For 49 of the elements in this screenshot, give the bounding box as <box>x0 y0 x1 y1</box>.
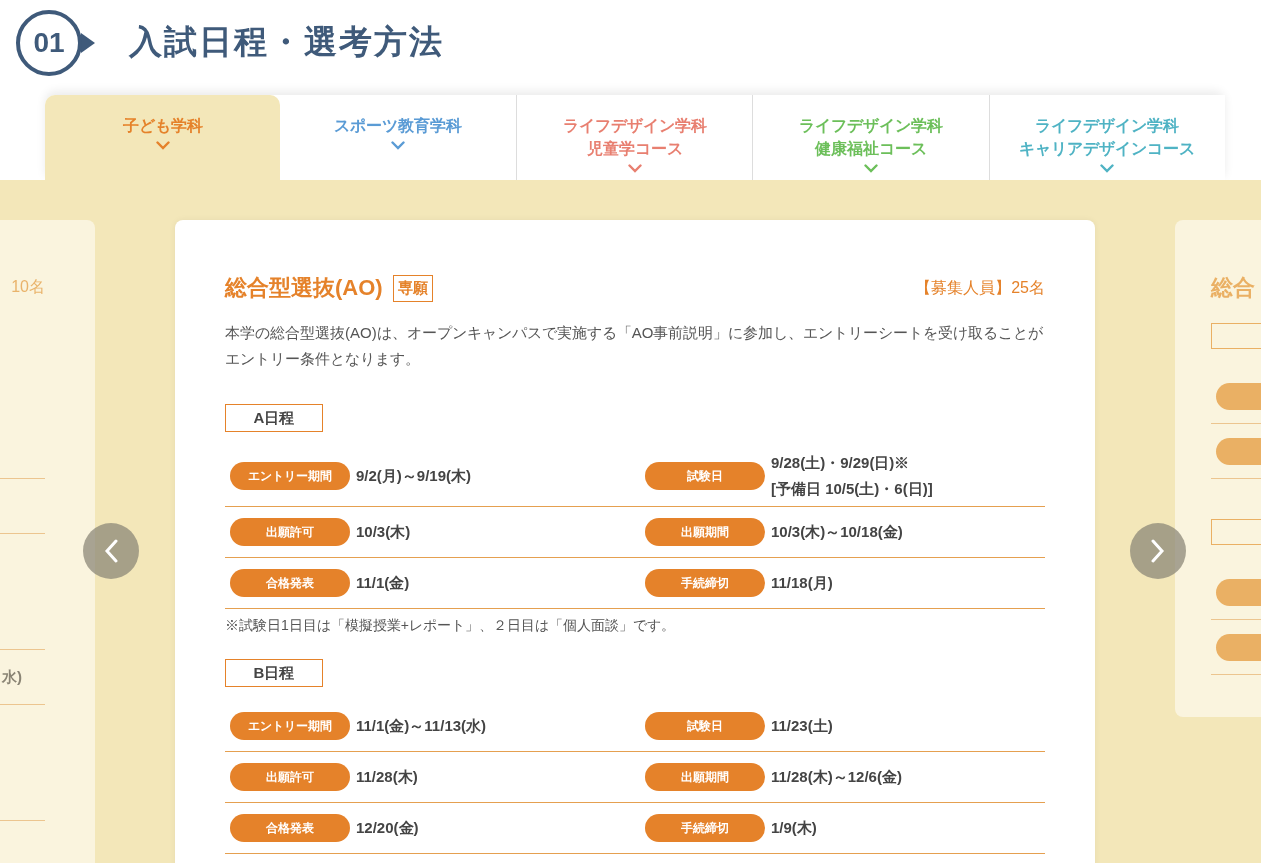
date-text: 9/2(月)～9/19(木) <box>356 466 472 486</box>
description-text: 本学の総合型選抜(AO)は、オープンキャンパスで実施する「AO事前説明」に参加し、エントリーシートを受け取ることがエントリー条件となります。 <box>225 323 1045 369</box>
date-text: 12/20(金) <box>356 818 419 838</box>
item-label-pill: 合格発表 <box>230 814 350 842</box>
chevron-left-icon <box>104 539 118 563</box>
date-text: 11/1(金) <box>356 573 410 593</box>
date-text: 水) <box>2 667 22 687</box>
schedule-label: A日程 <box>225 404 323 432</box>
section-title: 入試日程・選考方法 <box>129 22 444 62</box>
chevron-down-icon <box>863 164 878 173</box>
date-text: 10/3(木)～10/18(金) <box>771 522 903 542</box>
item-label-pill: 試験日 <box>645 712 765 740</box>
department-tab[interactable]: スポーツ教育学科 <box>280 95 516 180</box>
date-text: 1/9(木) <box>771 818 817 838</box>
item-label-pill: 手続締切 <box>645 814 765 842</box>
department-tab[interactable]: 子ども学科 <box>45 95 281 180</box>
date-text: 11/28(木)～12/6(金) <box>771 767 902 787</box>
item-label-pill: 出願許可 <box>230 518 350 546</box>
item-label-pill: 手続締切 <box>645 569 765 597</box>
item-label-pill: 出願期間 <box>645 518 765 546</box>
date-text: 11/28(木) <box>356 767 418 787</box>
quota-text: 【募集人員】25名 <box>915 277 1045 298</box>
department-tab[interactable]: ライフデザイン学科 健康福祉コース <box>752 95 989 180</box>
item-label-pill: 試験日 <box>645 462 765 490</box>
quota-text: 10名 <box>11 276 45 297</box>
date-text: 9/28(土)・9/29(日)※ [予備日 10/5(土)・6(日)] <box>771 453 933 499</box>
date-text: 10/3(木) <box>356 522 411 542</box>
item-label-pill: 出願許可 <box>230 763 350 791</box>
chevron-down-icon <box>1100 164 1115 173</box>
item-label-pill: エントリー期間 <box>230 462 350 490</box>
card-title: 総合 <box>1211 274 1256 302</box>
item-label-pill: エントリー期間 <box>230 712 350 740</box>
department-tab[interactable]: ライフデザイン学科 児童学コース <box>515 95 753 180</box>
schedule-label: B日程 <box>225 659 323 687</box>
next-button[interactable] <box>1130 523 1186 579</box>
chevron-down-icon <box>155 141 170 150</box>
date-text: 11/18(月) <box>771 573 833 593</box>
item-label-pill: 出願期間 <box>645 763 765 791</box>
chevron-right-icon <box>1151 539 1165 563</box>
note-text: ※試験日1日目は「模擬授業+レポート」、２日目は「個人面談」です。 <box>225 617 676 635</box>
date-text: 11/1(金)～11/13(水) <box>356 716 487 736</box>
exclusive-tag: 専願 <box>392 274 433 302</box>
chevron-down-icon <box>391 141 406 150</box>
card-title: 総合型選抜(AO) <box>225 274 383 302</box>
date-text: 11/23(土) <box>771 716 833 736</box>
previous-button[interactable] <box>83 523 139 579</box>
chevron-down-icon <box>627 164 642 173</box>
department-tab[interactable]: ライフデザイン学科 キャリアデザインコース <box>988 95 1226 180</box>
item-label-pill: 合格発表 <box>230 569 350 597</box>
